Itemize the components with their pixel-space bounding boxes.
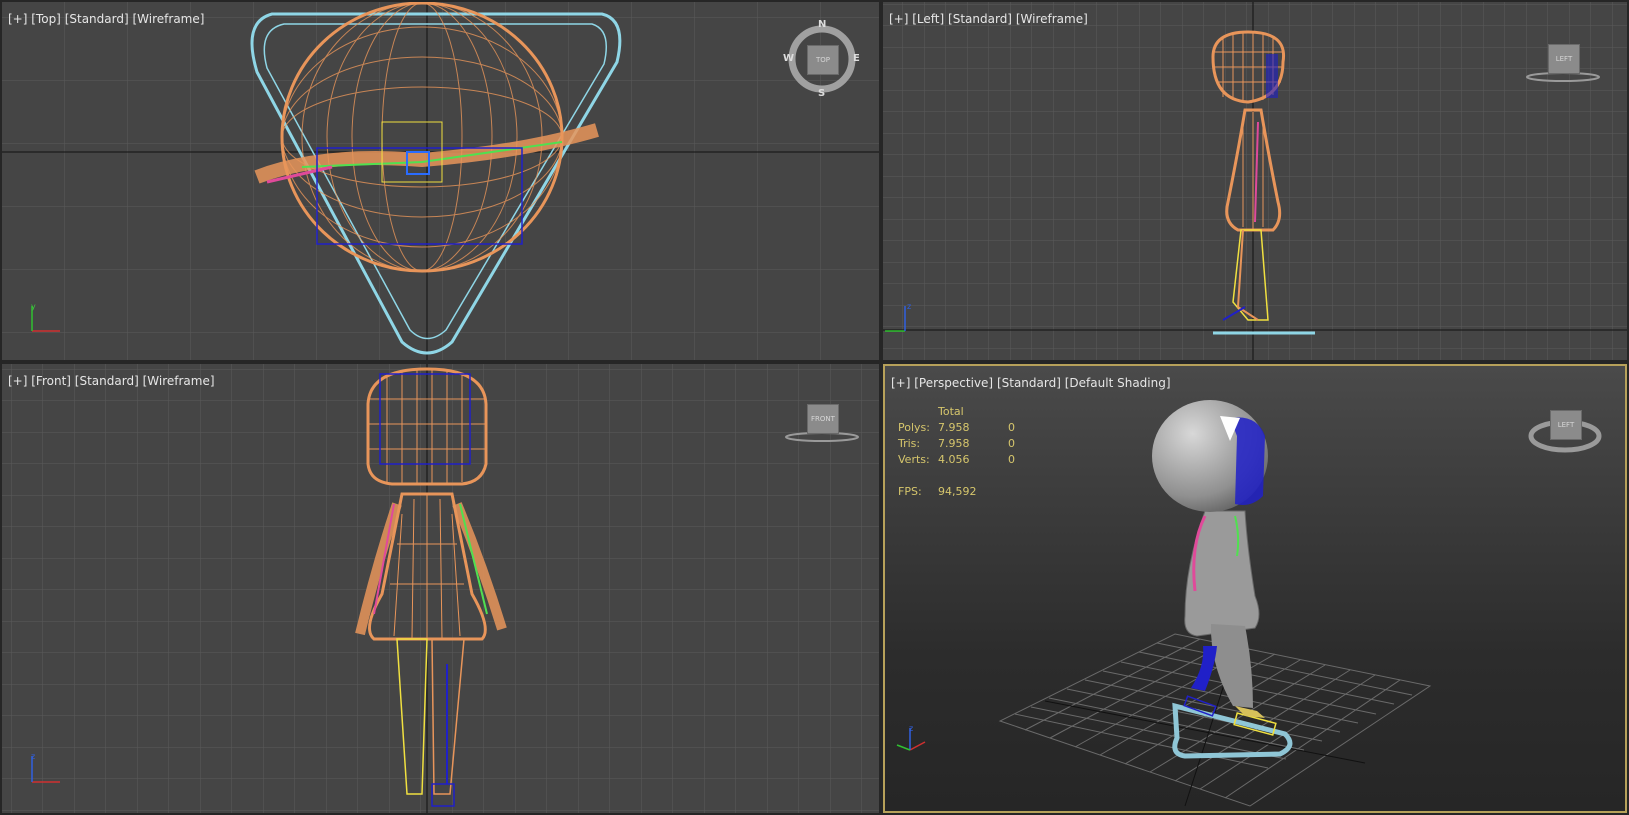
viewport-pov-label[interactable]: [Top] [31,12,61,26]
viewport-pov-label[interactable]: [Left] [912,12,944,26]
viewport-label-left: [+] [Left] [Standard] [Wireframe] [889,12,1088,26]
stats-selected: 0 [1008,437,1015,450]
viewport-front[interactable]: [+] [Front] [Standard] [Wireframe] FRONT… [2,364,879,813]
stats-selected: 0 [1008,421,1015,434]
front-view-scene [2,364,879,813]
viewport-perspective[interactable]: [+] [Perspective] [Standard] [Default Sh… [883,364,1627,813]
stats-row-verts: Verts: 4.056 0 [898,452,1038,468]
stats-total: 7.958 [938,421,970,434]
compass-east[interactable]: E [853,53,860,64]
viewport-shading-mode[interactable]: [Wireframe] [133,12,205,26]
compass-south[interactable]: S [818,88,825,99]
stats-row-tris: Tris: 7.958 0 [898,436,1038,452]
stats-label: Polys: [898,421,930,434]
viewport-shading-standard[interactable]: [Standard] [75,374,139,388]
viewport-top[interactable]: [+] [Top] [Standard] [Wireframe] TOP N S… [2,2,879,360]
viewcube-perspective[interactable]: LEFT [1525,398,1605,458]
viewcube-face-left[interactable]: LEFT [1550,410,1582,440]
viewport-shading-mode[interactable]: [Default Shading] [1065,376,1171,390]
stats-label: Verts: [898,453,930,466]
viewcube-face-top[interactable]: TOP [807,45,839,75]
left-view-scene [883,2,1627,360]
axis-label-z: z [907,302,912,311]
stats-header-total: Total [938,405,964,418]
viewcube-front[interactable]: FRONT [782,404,862,444]
viewport-left[interactable]: [+] [Left] [Standard] [Wireframe] LEFT z [883,2,1627,360]
viewport-shading-mode[interactable]: [Wireframe] [1016,12,1088,26]
stats-total: 4.056 [938,453,970,466]
viewport-label-front: [+] [Front] [Standard] [Wireframe] [8,374,215,388]
viewcube-face-left[interactable]: LEFT [1548,44,1580,74]
top-view-scene [2,2,879,360]
axis-label-z: z [31,752,36,761]
viewport-menu-plus[interactable]: [+] [889,12,908,26]
viewport-menu-plus[interactable]: [+] [891,376,910,390]
statistics-overlay: Total Polys: 7.958 0 Tris: 7.958 0 Verts… [898,404,1038,500]
viewcube-left[interactable]: LEFT [1523,44,1603,84]
viewport-label-perspective: [+] [Perspective] [Standard] [Default Sh… [891,376,1171,390]
compass-north[interactable]: N [818,19,826,30]
viewport-menu-plus[interactable]: [+] [8,12,27,26]
viewport-shading-standard[interactable]: [Standard] [997,376,1061,390]
stats-selected: 0 [1008,453,1015,466]
compass-west[interactable]: W [783,53,794,64]
stats-row-fps: FPS: 94,592 [898,484,1038,500]
axis-label-y: y [31,302,36,311]
viewcube-top[interactable]: TOP N S E W [783,19,860,99]
viewcube-face-front[interactable]: FRONT [807,404,839,434]
fps-label: FPS: [898,485,922,498]
viewport-shading-mode[interactable]: [Wireframe] [143,374,215,388]
stats-row-polys: Polys: 7.958 0 [898,420,1038,436]
viewport-pov-label[interactable]: [Perspective] [914,376,993,390]
viewport-label-top: [+] [Top] [Standard] [Wireframe] [8,12,204,26]
stats-label: Tris: [898,437,921,450]
viewport-shading-standard[interactable]: [Standard] [948,12,1012,26]
stats-total: 7.958 [938,437,970,450]
fps-value: 94,592 [938,485,977,498]
viewport-pov-label[interactable]: [Front] [31,374,71,388]
axis-label-z: z [909,724,914,733]
viewport-menu-plus[interactable]: [+] [8,374,27,388]
viewport-shading-standard[interactable]: [Standard] [65,12,129,26]
